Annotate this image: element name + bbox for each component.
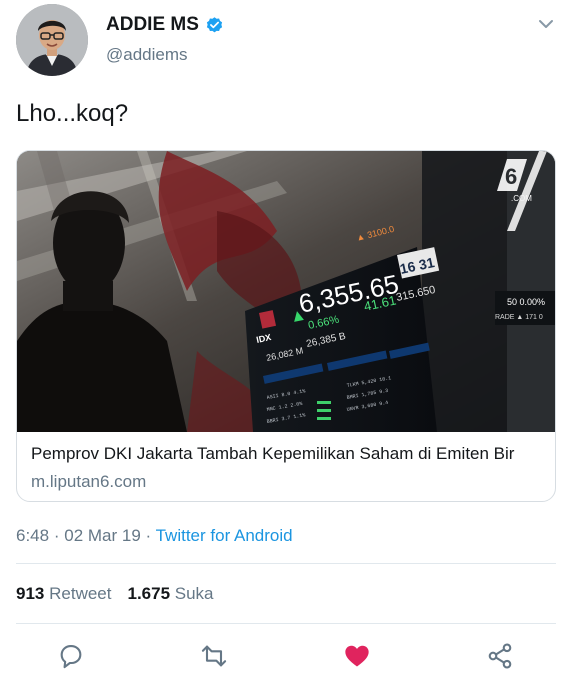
meta-separator: · bbox=[53, 526, 60, 545]
tweet-meta: 6:48 · 02 Mar 19 · Twitter for Android bbox=[16, 526, 293, 546]
likes-count: 1.675 bbox=[127, 584, 171, 603]
display-name[interactable]: ADDIE MS bbox=[106, 14, 199, 36]
tweet-header: ADDIE MS @addiems bbox=[16, 4, 556, 80]
avatar-photo bbox=[16, 4, 88, 76]
verified-badge-icon bbox=[206, 16, 223, 32]
share-icon[interactable] bbox=[486, 642, 514, 670]
action-bar bbox=[0, 638, 571, 674]
chevron-down-icon[interactable] bbox=[536, 14, 556, 34]
likes-stat[interactable]: 1.675 Suka bbox=[127, 584, 213, 604]
likes-label: Suka bbox=[174, 584, 214, 603]
link-card-image[interactable]: 50 0.00% RADE ▲ 171 0 ▲ 3100.0 16 31 IDX… bbox=[17, 151, 555, 432]
tweet-source[interactable]: Twitter for Android bbox=[156, 526, 293, 545]
user-handle[interactable]: @addiems bbox=[106, 45, 224, 65]
retweets-count: 913 bbox=[16, 584, 45, 603]
link-card-body: Pemprov DKI Jakarta Tambah Kepemilikan S… bbox=[17, 432, 555, 501]
tweet-time[interactable]: 6:48 bbox=[16, 526, 49, 545]
divider bbox=[16, 623, 556, 624]
meta-separator: · bbox=[145, 526, 152, 545]
link-card-title[interactable]: Pemprov DKI Jakarta Tambah Kepemilikan S… bbox=[31, 444, 541, 464]
reply-icon[interactable] bbox=[57, 642, 85, 670]
divider bbox=[16, 563, 556, 564]
user-names: ADDIE MS @addiems bbox=[106, 14, 224, 65]
side-panel-b: RADE ▲ 171 0 bbox=[495, 314, 543, 321]
name-row: ADDIE MS bbox=[106, 14, 224, 36]
retweet-icon[interactable] bbox=[200, 642, 228, 670]
retweets-stat[interactable]: 913 Retweet bbox=[16, 584, 111, 604]
tweet-stats: 913 Retweet 1.675 Suka bbox=[16, 584, 214, 604]
stock-exchange-photo: 50 0.00% RADE ▲ 171 0 ▲ 3100.0 16 31 IDX… bbox=[17, 151, 555, 432]
link-card[interactable]: 50 0.00% RADE ▲ 171 0 ▲ 3100.0 16 31 IDX… bbox=[16, 150, 556, 502]
tweet-text: Lho...koq? bbox=[16, 100, 129, 127]
brand-logo: 6 bbox=[505, 164, 517, 189]
link-card-domain: m.liputan6.com bbox=[31, 472, 147, 491]
tweet-date[interactable]: 02 Mar 19 bbox=[64, 526, 141, 545]
like-icon[interactable] bbox=[343, 642, 371, 670]
retweets-label: Retweet bbox=[49, 584, 112, 603]
avatar[interactable] bbox=[16, 4, 88, 76]
side-panel-a: 50 0.00% bbox=[507, 297, 545, 307]
